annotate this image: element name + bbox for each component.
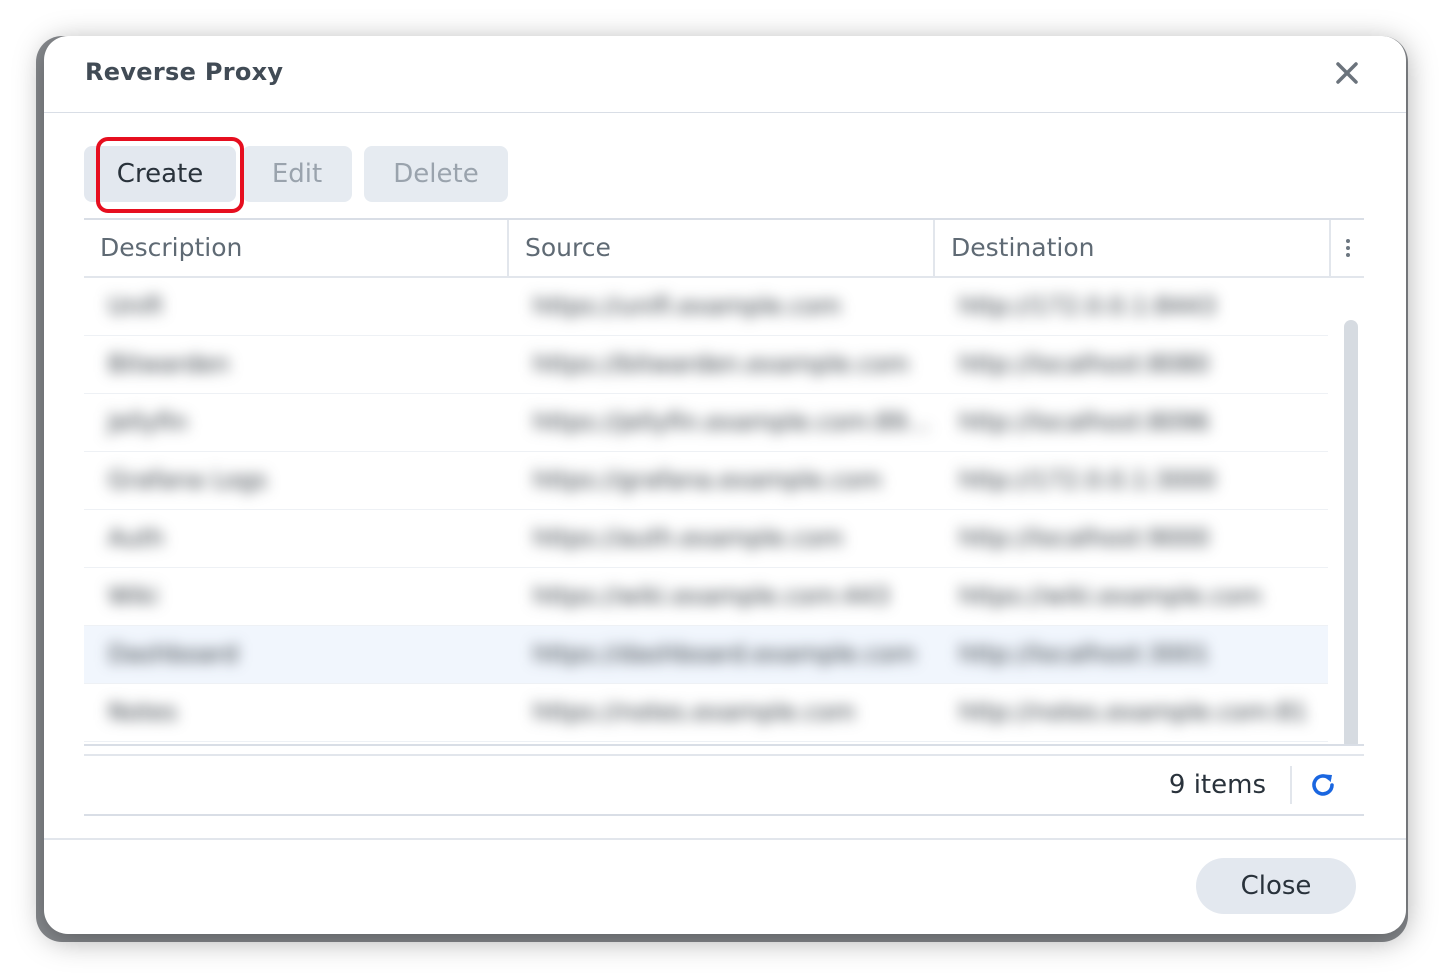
items-count: 9 items [1168, 770, 1266, 800]
cell-source: https://dashboard.example.com [533, 640, 916, 668]
cell-destination: http://localhost:9000 [959, 524, 1210, 552]
dialog-title: Reverse Proxy [85, 58, 284, 86]
cell-destination: http://172.0.0.1:8443 [959, 292, 1217, 320]
proxy-rules-table: Description Source Destination Unifi htt… [84, 218, 1364, 746]
delete-button[interactable]: Delete [364, 146, 508, 202]
table-row[interactable]: Bitwarden https://bitwarden.example.com … [84, 336, 1328, 394]
cell-destination: http://notes.example.com:81 [959, 698, 1308, 726]
cell-destination: https://wiki.example.com [959, 582, 1262, 610]
column-header-source[interactable]: Source [509, 220, 935, 276]
cell-description: Wiki [108, 582, 159, 610]
reverse-proxy-dialog: Reverse Proxy Create Edit Delete Descrip… [44, 36, 1406, 934]
cell-destination: http://localhost:8096 [959, 408, 1210, 436]
dialog-title-bar: Reverse Proxy [44, 36, 1406, 113]
table-body: Unifi https://unifi.example.com http://1… [84, 278, 1328, 742]
edit-button[interactable]: Edit [242, 146, 352, 202]
dialog-footer-divider [44, 838, 1406, 840]
table-row[interactable]: Auth https://auth.example.com http://loc… [84, 510, 1328, 568]
cell-source: https://wiki.example.com:443 [533, 582, 890, 610]
table-row[interactable]: Notes https://notes.example.com http://n… [84, 684, 1328, 742]
cell-description: Dashboard [108, 640, 239, 668]
cell-destination: http://localhost:3001 [959, 640, 1210, 668]
create-button[interactable]: Create [84, 146, 236, 202]
column-header-description[interactable]: Description [84, 220, 509, 276]
table-row[interactable]: Jellyfin https://jellyfin.example.com:89… [84, 394, 1328, 452]
cell-source: https://grafana.example.com [533, 466, 882, 494]
cell-description: Unifi [108, 292, 163, 320]
cell-source: https://unifi.example.com [533, 292, 842, 320]
cell-destination: http://172.0.0.1:3000 [959, 466, 1217, 494]
footer-divider [1290, 766, 1292, 804]
table-row[interactable]: Unifi https://unifi.example.com http://1… [84, 278, 1328, 336]
refresh-icon[interactable] [1308, 770, 1338, 800]
cell-source: https://bitwarden.example.com [533, 350, 910, 378]
more-vertical-icon[interactable] [1332, 220, 1364, 276]
table-header: Description Source Destination [84, 220, 1364, 278]
table-row[interactable]: Grafana Logs https://grafana.example.com… [84, 452, 1328, 510]
close-button[interactable]: Close [1196, 858, 1356, 914]
cell-destination: http://localhost:8080 [959, 350, 1210, 378]
cell-description: Jellyfin [108, 408, 188, 436]
table-scrollbar[interactable] [1344, 320, 1358, 744]
column-header-destination[interactable]: Destination [935, 220, 1331, 276]
cell-description: Auth [108, 524, 165, 552]
table-footer: 9 items [84, 754, 1364, 816]
close-icon[interactable] [1332, 58, 1362, 88]
cell-source: https://auth.example.com [533, 524, 844, 552]
cell-description: Grafana Logs [108, 466, 268, 494]
cell-description: Notes [108, 698, 178, 726]
cell-source: https://notes.example.com [533, 698, 856, 726]
table-row-selected[interactable]: Dashboard https://dashboard.example.com … [84, 626, 1328, 684]
table-row[interactable]: Wiki https://wiki.example.com:443 https:… [84, 568, 1328, 626]
cell-description: Bitwarden [108, 350, 230, 378]
cell-source: https://jellyfin.example.com:8920 [533, 408, 935, 436]
